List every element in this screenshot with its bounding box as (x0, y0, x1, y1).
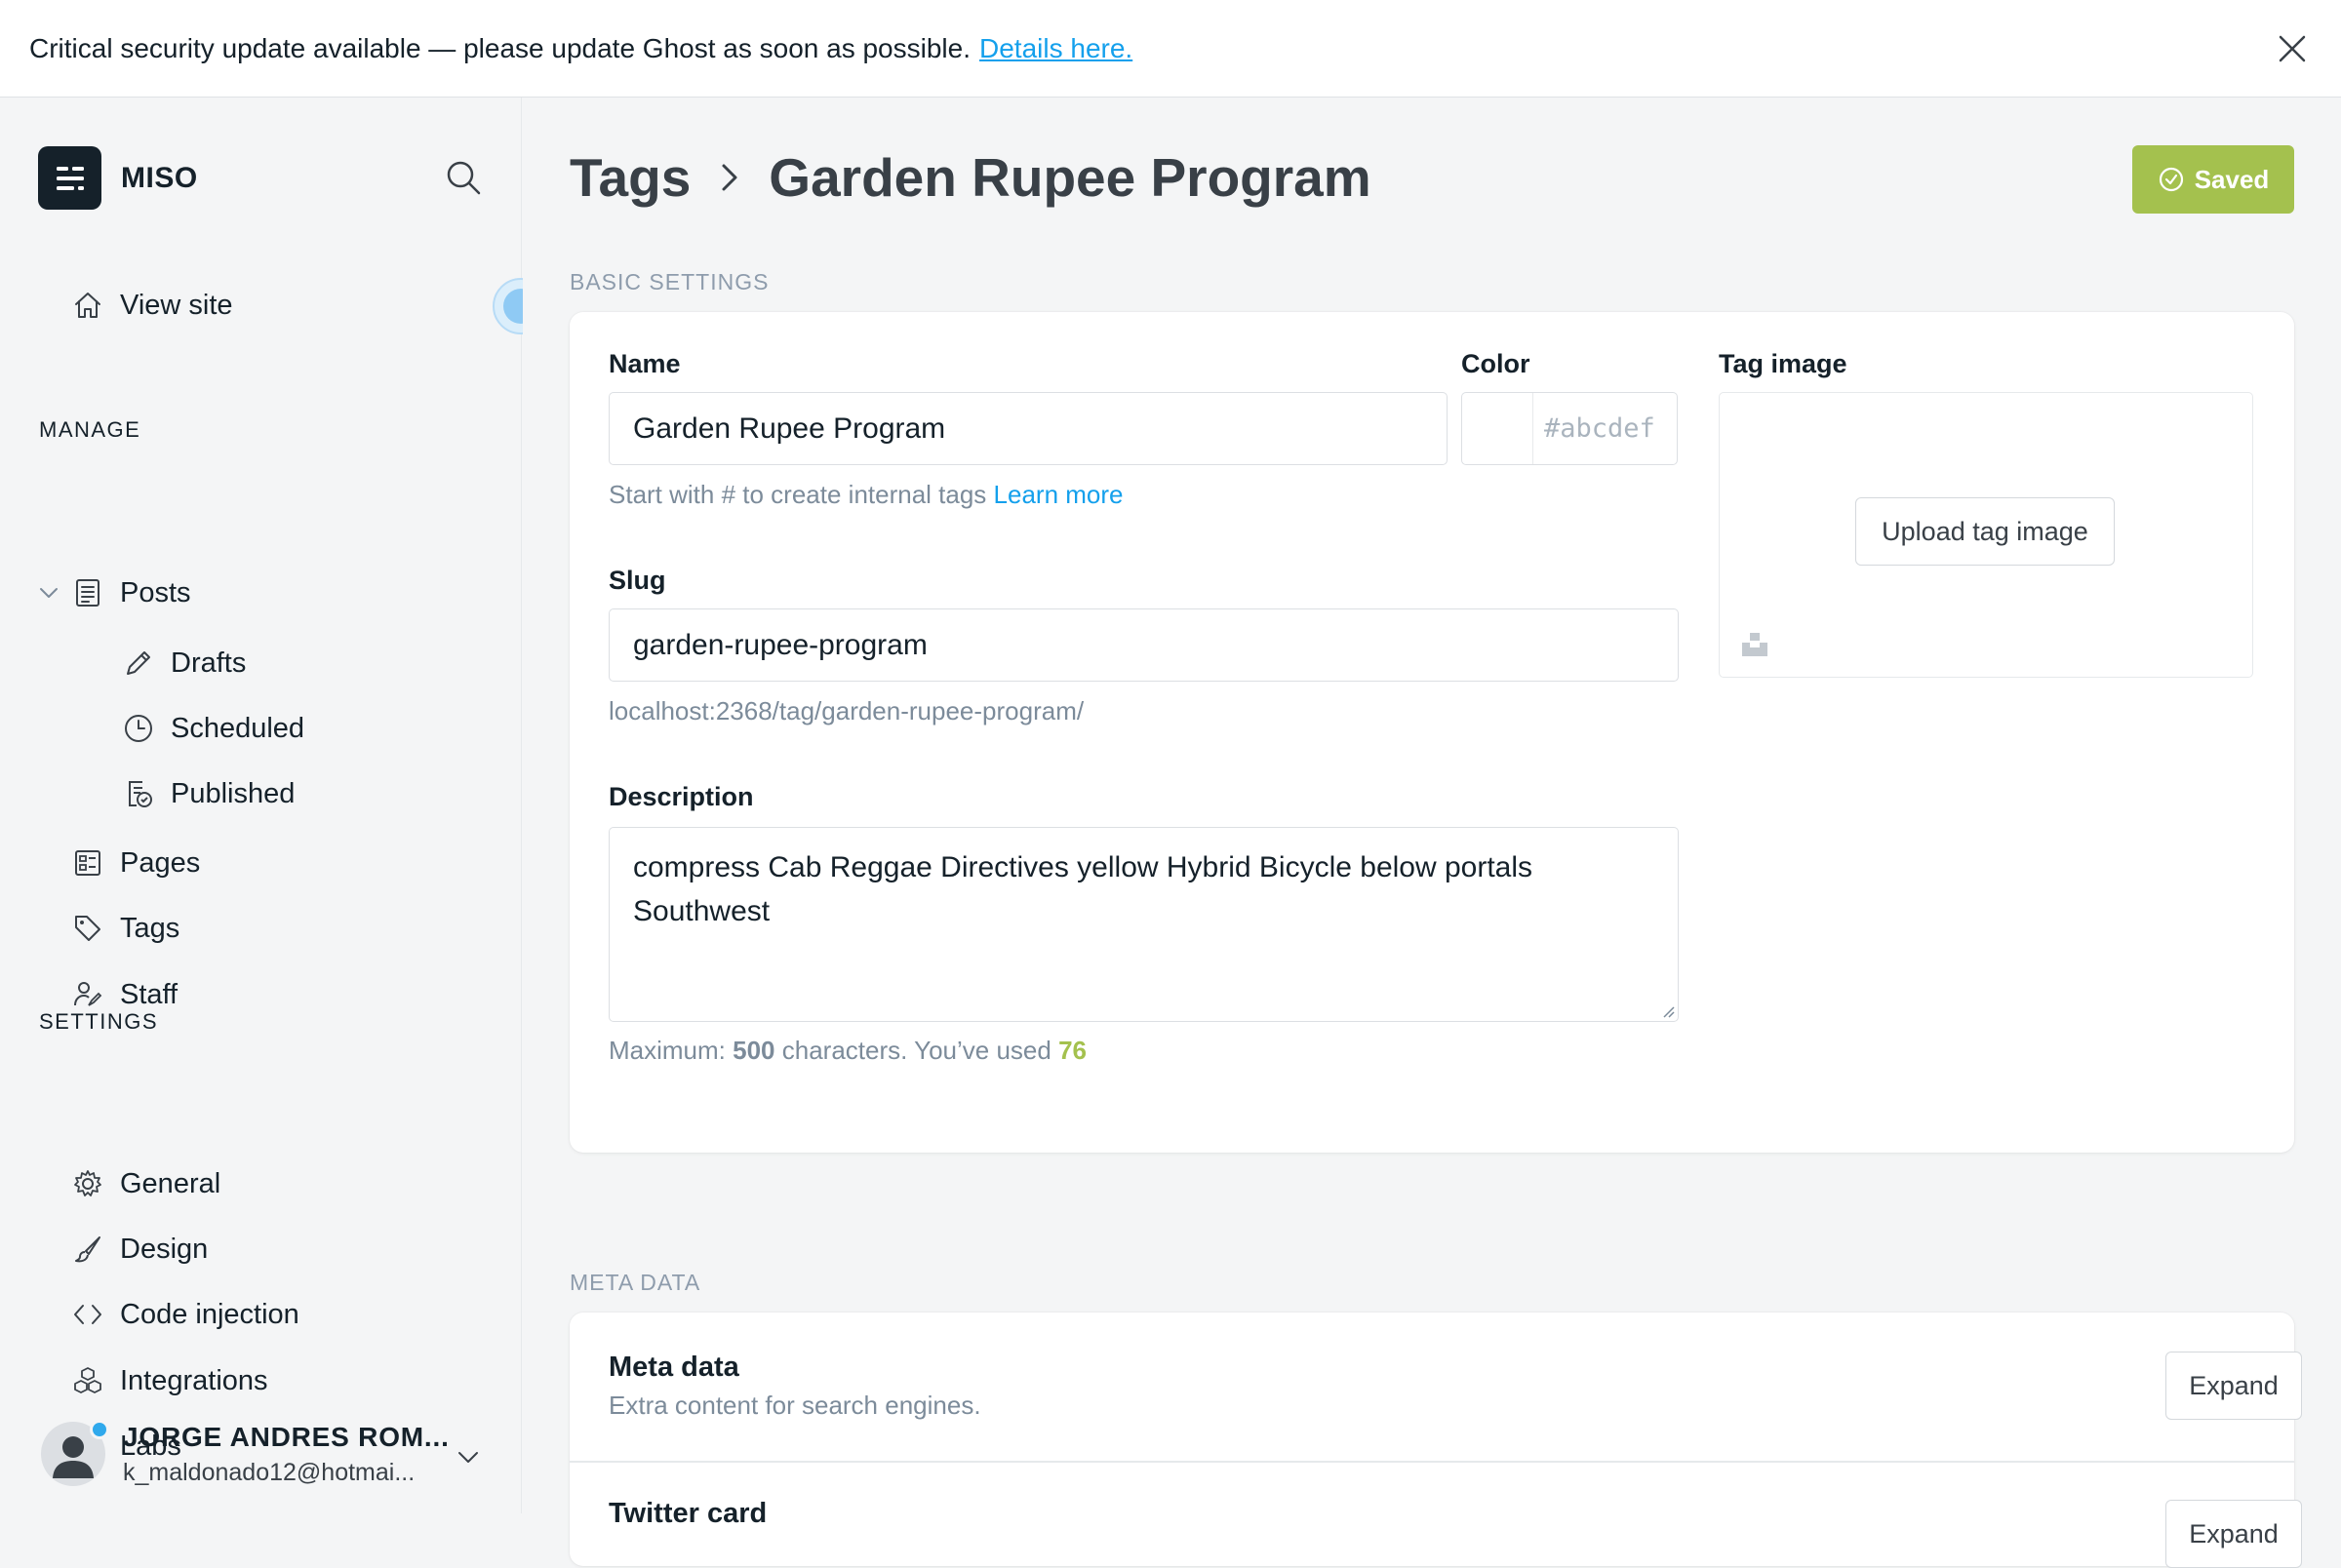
learn-more-link[interactable]: Learn more (994, 480, 1124, 509)
resize-grip-icon[interactable] (1659, 1002, 1675, 1018)
character-count: Maximum: 500 characters. You’ve used 76 (609, 1036, 1087, 1066)
name-label: Name (609, 349, 681, 378)
save-button-label: Saved (2194, 164, 2270, 194)
banner-message: Critical security update available — ple… (29, 32, 971, 63)
nav-pages[interactable]: Pages (70, 838, 200, 888)
nav-general[interactable]: General (70, 1158, 220, 1209)
nav-label-pages: Pages (120, 846, 201, 879)
user-name[interactable]: JORGE ANDRES ROM... (123, 1422, 450, 1453)
check-circle-icon (2159, 167, 2183, 192)
nav-label-published: Published (171, 777, 296, 809)
integrations-icon (70, 1363, 105, 1398)
description-textarea[interactable]: compress Cab Reggae Directives yellow Hy… (609, 827, 1679, 1022)
nav-tags[interactable]: Tags (70, 903, 179, 954)
nav-label-tags: Tags (120, 912, 180, 944)
nav-label-view-site: View site (120, 289, 233, 321)
nav-label-integrations: Integrations (120, 1364, 268, 1396)
nav-design[interactable]: Design (70, 1224, 208, 1274)
breadcrumb-tags-link[interactable]: Tags (570, 146, 691, 209)
clock-icon (121, 711, 156, 746)
divider (570, 1461, 2294, 1463)
basic-settings-card: Name Garden Rupee Program Start with # t… (570, 312, 2294, 1153)
description-label: Description (609, 782, 754, 811)
breadcrumb: Tags Garden Rupee Program (570, 146, 1371, 209)
settings-section-label: SETTINGS (39, 1009, 159, 1034)
nav-published[interactable]: Published (121, 768, 295, 819)
count-prefix: Maximum: (609, 1036, 726, 1065)
chevron-down-icon[interactable] (35, 579, 62, 607)
slug-input[interactable]: garden-rupee-program (609, 608, 1679, 682)
chevron-down-icon[interactable] (453, 1441, 484, 1472)
nav-label-posts: Posts (120, 576, 191, 608)
search-icon[interactable] (444, 158, 483, 197)
site-logo-icon[interactable] (38, 146, 101, 210)
nav-code-injection[interactable]: Code injection (70, 1289, 299, 1340)
chevron-right-icon (722, 164, 737, 191)
user-status-dot (90, 1420, 109, 1439)
meta-data-title: Meta data (609, 1352, 739, 1383)
main-content: Tags Garden Rupee Program Saved BASIC SE… (523, 98, 2341, 1568)
color-swatch[interactable] (1461, 392, 1533, 465)
save-button[interactable]: Saved (2132, 145, 2294, 214)
description-text: compress Cab Reggae Directives yellow Hy… (633, 851, 1533, 927)
nav-integrations[interactable]: Integrations (70, 1355, 268, 1406)
expand-twitter-card-button[interactable]: Expand (2165, 1500, 2302, 1568)
update-banner: Critical security update available — ple… (0, 0, 2341, 98)
code-icon (70, 1297, 105, 1332)
nav-label-general: General (120, 1167, 221, 1199)
sidebar: MISO View site MANAGE Posts Drafts Sched… (0, 98, 522, 1513)
page-title: Garden Rupee Program (769, 147, 1371, 208)
staff-icon (70, 977, 105, 1012)
meta-data-section-label: META DATA (570, 1270, 701, 1295)
count-middle: characters. You’ve used (781, 1036, 1051, 1065)
nav-label-scheduled: Scheduled (171, 712, 305, 744)
basic-settings-label: BASIC SETTINGS (570, 269, 770, 294)
count-max: 500 (733, 1036, 775, 1065)
meta-data-card: Meta data Extra content for search engin… (570, 1313, 2302, 1568)
site-name[interactable]: MISO (121, 162, 198, 195)
user-email: k_maldonado12@hotmai... (123, 1459, 416, 1486)
nav-posts[interactable]: Posts (70, 568, 191, 618)
color-input[interactable]: #abcdef (1532, 392, 1678, 465)
brush-icon (70, 1232, 105, 1267)
tag-image-dropzone[interactable]: Upload tag image (1719, 392, 2253, 678)
tag-icon (70, 911, 105, 946)
color-label: Color (1461, 349, 1530, 378)
manage-section-label: MANAGE (39, 417, 141, 442)
gear-icon (70, 1166, 105, 1201)
home-icon (70, 288, 105, 323)
pages-icon (70, 845, 105, 881)
name-input[interactable]: Garden Rupee Program (609, 392, 1448, 465)
slug-url: localhost:2368/tag/garden-rupee-program/ (609, 696, 1085, 725)
banner-details-link[interactable]: Details here. (979, 33, 1132, 64)
posts-icon (70, 575, 105, 610)
meta-data-subtitle: Extra content for search engines. (609, 1391, 981, 1420)
nav-label-code-injection: Code injection (120, 1298, 299, 1330)
published-icon (121, 776, 156, 811)
name-help: Start with # to create internal tags Lea… (609, 480, 1124, 510)
nav-label-staff: Staff (120, 978, 179, 1010)
twitter-card-title: Twitter card (609, 1498, 768, 1529)
nav-label-drafts: Drafts (171, 647, 247, 679)
nav-view-site[interactable]: View site (70, 280, 233, 331)
upload-tag-image-button[interactable]: Upload tag image (1855, 497, 2115, 566)
tag-image-label: Tag image (1719, 349, 1847, 378)
slug-label: Slug (609, 566, 666, 595)
nav-label-design: Design (120, 1233, 209, 1265)
count-used: 76 (1058, 1036, 1087, 1065)
nav-drafts[interactable]: Drafts (121, 638, 246, 688)
pencil-icon (121, 646, 156, 681)
name-help-text: Start with # to create internal tags (609, 480, 987, 509)
expand-meta-data-button[interactable]: Expand (2165, 1352, 2302, 1420)
close-icon[interactable] (2275, 31, 2310, 66)
nav-scheduled[interactable]: Scheduled (121, 703, 304, 754)
unsplash-icon[interactable] (1739, 629, 1770, 660)
